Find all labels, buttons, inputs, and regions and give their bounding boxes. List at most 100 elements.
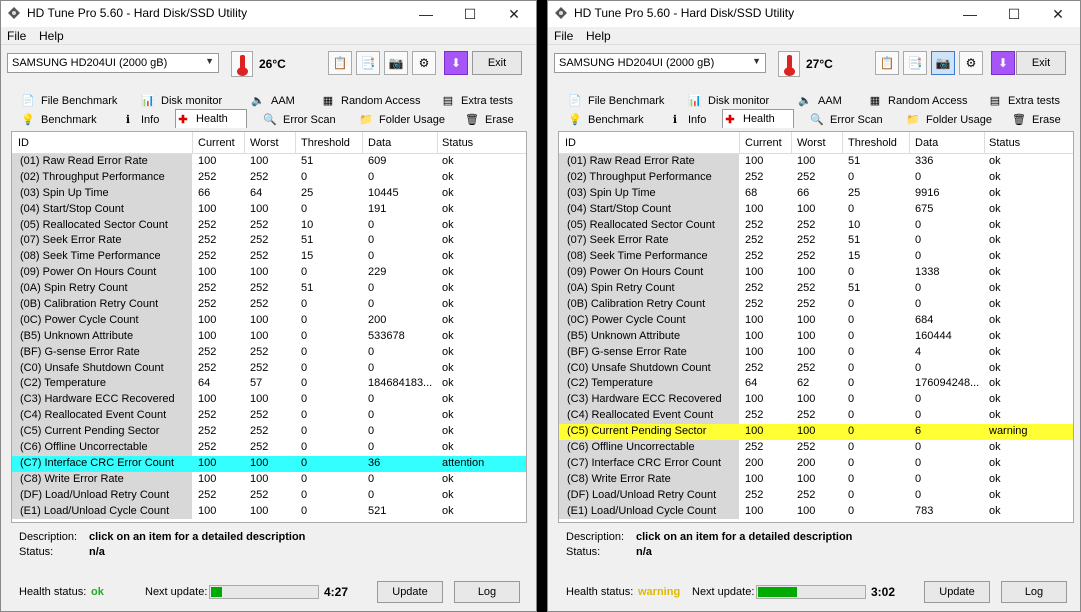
table-row[interactable]: (E1) Load/Unload Cycle Count 100 100 0 783 ok [559,503,1073,520]
col-status-header[interactable]: Status [442,137,473,149]
tab-health[interactable]: ✚ Health [175,109,247,128]
table-row[interactable]: (C8) Write Error Rate 100 100 0 0 ok [559,471,1073,488]
table-row[interactable]: (C0) Unsafe Shutdown Count 252 252 0 0 ok [12,360,526,377]
tab-folder-usage[interactable]: 📁 Folder Usage [359,110,445,129]
table-row[interactable]: (02) Throughput Performance 252 252 0 0 ok [559,169,1073,186]
table-row[interactable]: (B5) Unknown Attribute 100 100 0 533678 ok [12,328,526,345]
table-row[interactable]: (BF) G-sense Error Rate 100 100 0 4 ok [559,344,1073,361]
table-row[interactable]: (C2) Temperature 64 57 0 184684183... ok [12,376,526,393]
camera-icon[interactable]: 📷 [384,51,408,75]
close-icon[interactable]: ✕ [492,1,536,27]
drive-select[interactable]: SAMSUNG HD204UI (2000 gB) ▼ [554,53,766,73]
update-button[interactable]: Update [377,581,443,603]
tab-folder-usage[interactable]: 📁 Folder Usage [906,110,992,129]
table-row[interactable]: (C3) Hardware ECC Recovered 100 100 0 0 ok [12,392,526,409]
table-row[interactable]: (C4) Reallocated Event Count 252 252 0 0 ok [559,408,1073,425]
exit-button[interactable]: Exit [472,51,522,75]
col-id-header[interactable]: ID [565,137,576,149]
tab-file-benchmark[interactable]: 📄 File Benchmark [568,91,664,110]
table-row[interactable]: (0C) Power Cycle Count 100 100 0 200 ok [12,312,526,329]
save-down-icon[interactable]: ⬇ [991,51,1015,75]
table-row[interactable]: (09) Power On Hours Count 100 100 0 229 ok [12,265,526,282]
exit-button[interactable]: Exit [1016,51,1066,75]
col-worst-header[interactable]: Worst [797,137,826,149]
col-worst-header[interactable]: Worst [250,137,279,149]
minimize-icon[interactable]: — [404,1,448,27]
col-threshold-header[interactable]: Threshold [848,137,897,149]
close-icon[interactable]: ✕ [1036,1,1080,27]
table-row[interactable]: (01) Raw Read Error Rate 100 100 51 609 ok [12,154,526,170]
save-down-icon[interactable]: ⬇ [444,51,468,75]
update-button[interactable]: Update [924,581,990,603]
table-row[interactable]: (C3) Hardware ECC Recovered 100 100 0 0 ok [559,392,1073,409]
col-data-header[interactable]: Data [915,137,938,149]
drive-select[interactable]: SAMSUNG HD204UI (2000 gB) ▼ [7,53,219,73]
table-row[interactable]: (07) Seek Error Rate 252 252 51 0 ok [559,233,1073,250]
table-row[interactable]: (0A) Spin Retry Count 252 252 51 0 ok [559,281,1073,298]
tab-extra-tests[interactable]: ▤ Extra tests [441,91,513,110]
table-row[interactable]: (08) Seek Time Performance 252 252 15 0 ok [559,249,1073,266]
table-row[interactable]: (03) Spin Up Time 68 66 25 9916 ok [559,185,1073,202]
tab-benchmark[interactable]: 💡 Benchmark [568,110,644,129]
table-row[interactable]: (C8) Write Error Rate 100 100 0 0 ok [12,471,526,488]
tab-info[interactable]: ℹ Info [668,110,706,129]
maximize-icon[interactable]: ☐ [992,1,1036,27]
tab-extra-tests[interactable]: ▤ Extra tests [988,91,1060,110]
tab-disk-monitor[interactable]: 📊 Disk monitor [141,91,222,110]
table-row[interactable]: (0B) Calibration Retry Count 252 252 0 0 ok [559,297,1073,313]
tab-error-scan[interactable]: 🔍 Error Scan [263,110,335,129]
table-row[interactable]: (B5) Unknown Attribute 100 100 0 160444 ok [559,328,1073,345]
table-row[interactable]: (C7) Interface CRC Error Count 200 200 0 0 ok [559,455,1073,472]
menu-file[interactable]: File [554,29,573,43]
table-row[interactable]: (C0) Unsafe Shutdown Count 252 252 0 0 ok [559,360,1073,377]
table-row[interactable]: (04) Start/Stop Count 100 100 0 675 ok [559,201,1073,218]
copy-screenshot-icon[interactable]: 📑 [356,51,380,75]
menu-help[interactable]: Help [39,29,64,43]
tab-file-benchmark[interactable]: 📄 File Benchmark [21,91,117,110]
tab-aam[interactable]: 🔈 AAM [251,91,295,110]
col-threshold-header[interactable]: Threshold [301,137,350,149]
log-button[interactable]: Log [454,581,520,603]
table-row[interactable]: (09) Power On Hours Count 100 100 0 1338 ok [559,265,1073,282]
copy-screenshot-icon[interactable]: 📑 [903,51,927,75]
tab-erase[interactable]: 🗑 Erase [465,110,514,129]
tab-aam[interactable]: 🔈 AAM [798,91,842,110]
camera-icon[interactable]: 📷 [931,51,955,75]
table-row[interactable]: (C6) Offline Uncorrectable 252 252 0 0 ok [559,440,1073,456]
col-status-header[interactable]: Status [989,137,1020,149]
table-row[interactable]: (02) Throughput Performance 252 252 0 0 ok [12,169,526,186]
table-row[interactable]: (0B) Calibration Retry Count 252 252 0 0 ok [12,297,526,313]
table-row[interactable]: (C6) Offline Uncorrectable 252 252 0 0 ok [12,440,526,456]
table-row[interactable]: (08) Seek Time Performance 252 252 15 0 ok [12,249,526,266]
col-current-header[interactable]: Current [745,137,782,149]
col-data-header[interactable]: Data [368,137,391,149]
table-row[interactable]: (C5) Current Pending Sector 100 100 0 6 warni… [559,424,1073,441]
table-row[interactable]: (01) Raw Read Error Rate 100 100 51 336 ok [559,154,1073,170]
tab-random-access[interactable]: ▦ Random Access [321,91,421,110]
table-row[interactable]: (C4) Reallocated Event Count 252 252 0 0 ok [12,408,526,425]
tab-erase[interactable]: 🗑 Erase [1012,110,1061,129]
table-row[interactable]: (04) Start/Stop Count 100 100 0 191 ok [12,201,526,218]
table-row[interactable]: (E1) Load/Unload Cycle Count 100 100 0 521 ok [12,503,526,520]
col-id-header[interactable]: ID [18,137,29,149]
tab-random-access[interactable]: ▦ Random Access [868,91,968,110]
options-icon[interactable]: ⚙ [412,51,436,75]
menu-help[interactable]: Help [586,29,611,43]
table-row[interactable]: (C7) Interface CRC Error Count 100 100 0 36 a… [12,455,526,472]
minimize-icon[interactable]: — [948,1,992,27]
tab-health[interactable]: ✚ Health [722,109,794,128]
menu-file[interactable]: File [7,29,26,43]
table-row[interactable]: (05) Reallocated Sector Count 252 252 10 0 ok [12,217,526,234]
table-row[interactable]: (0A) Spin Retry Count 252 252 51 0 ok [12,281,526,298]
table-row[interactable]: (DF) Load/Unload Retry Count 252 252 0 0 ok [12,487,526,504]
tab-info[interactable]: ℹ Info [121,110,159,129]
table-row[interactable]: (BF) G-sense Error Rate 252 252 0 0 ok [12,344,526,361]
maximize-icon[interactable]: ☐ [448,1,492,27]
table-row[interactable]: (07) Seek Error Rate 252 252 51 0 ok [12,233,526,250]
table-row[interactable]: (0C) Power Cycle Count 100 100 0 684 ok [559,312,1073,329]
tab-disk-monitor[interactable]: 📊 Disk monitor [688,91,769,110]
col-current-header[interactable]: Current [198,137,235,149]
tab-error-scan[interactable]: 🔍 Error Scan [810,110,882,129]
copy-text-icon[interactable]: 📋 [875,51,899,75]
table-row[interactable]: (C5) Current Pending Sector 252 252 0 0 ok [12,424,526,441]
